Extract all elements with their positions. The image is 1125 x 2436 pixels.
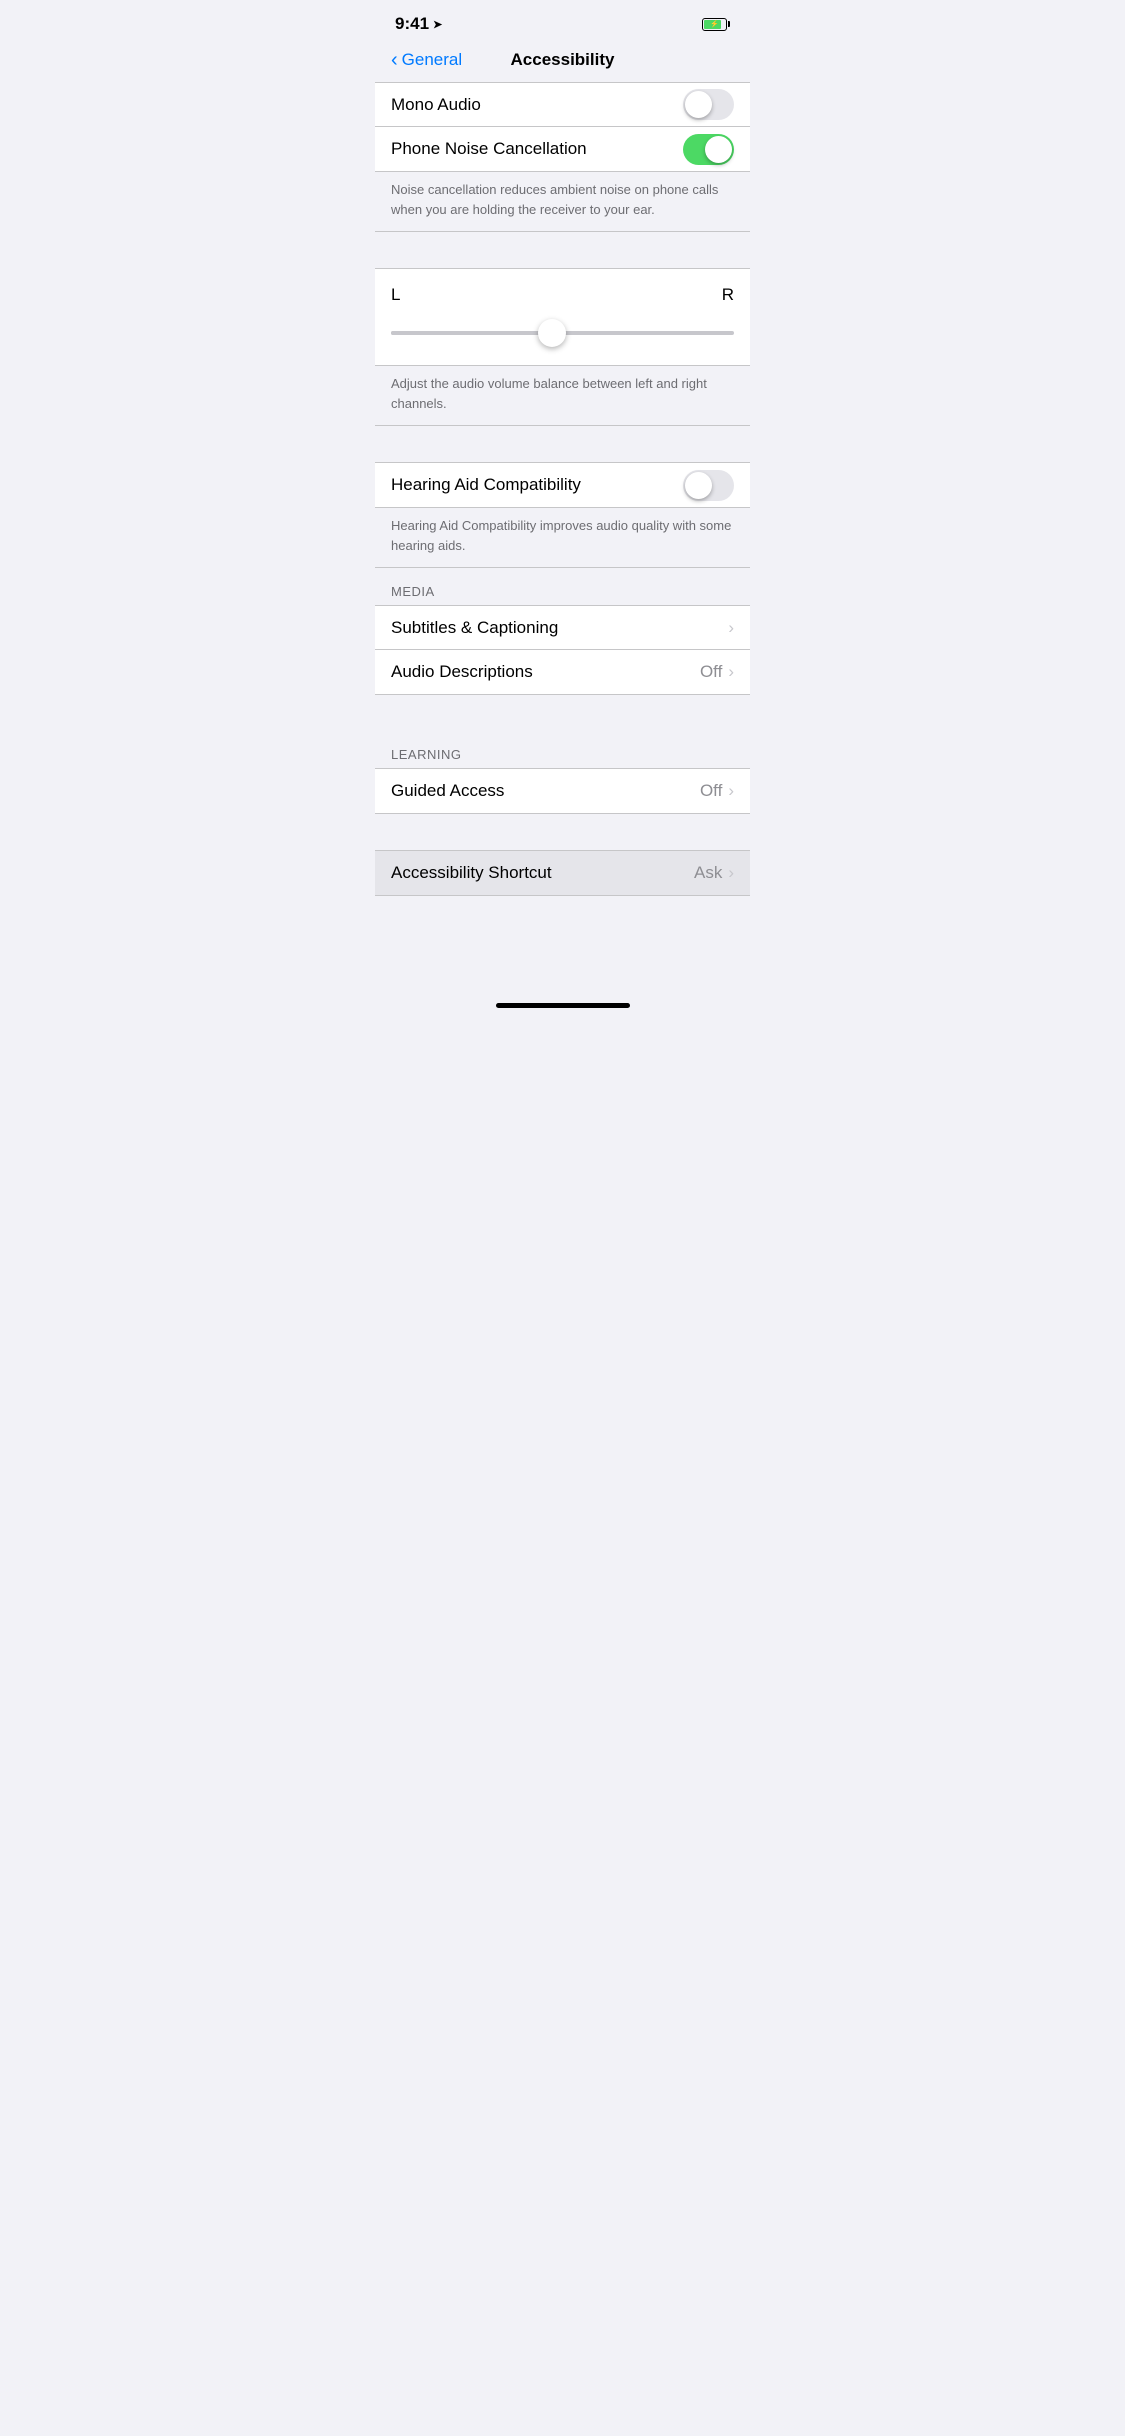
home-indicator-bar xyxy=(496,1003,630,1008)
subtitles-captioning-label: Subtitles & Captioning xyxy=(391,618,728,638)
media-section-header: MEDIA xyxy=(375,568,750,605)
home-indicator-area xyxy=(375,976,750,1016)
status-time: 9:41 ➤ xyxy=(395,14,442,34)
slider-right-label: R xyxy=(722,285,734,305)
audio-balance-slider-section: L R xyxy=(375,268,750,366)
back-chevron-icon: ‹ xyxy=(391,50,398,70)
accessibility-shortcut-chevron-icon: › xyxy=(728,863,734,883)
charging-bolt-icon: ⚡ xyxy=(710,20,719,28)
hearing-aid-description: Hearing Aid Compatibility improves audio… xyxy=(391,518,731,553)
slider-left-label: L xyxy=(391,285,400,305)
slider-description: Adjust the audio volume balance between … xyxy=(391,376,707,411)
audio-balance-slider[interactable] xyxy=(391,317,734,349)
hearing-aid-section: Hearing Aid Compatibility xyxy=(375,462,750,508)
time-display: 9:41 xyxy=(395,14,429,34)
gap-1 xyxy=(375,232,750,268)
guided-access-chevron-icon: › xyxy=(728,781,734,801)
subtitles-captioning-row[interactable]: Subtitles & Captioning › xyxy=(375,606,750,650)
phone-noise-toggle[interactable] xyxy=(683,134,734,165)
slider-fill xyxy=(391,331,556,335)
back-button[interactable]: ‹ General xyxy=(391,50,462,70)
toggle-thumb-noise xyxy=(705,136,732,163)
slider-thumb[interactable] xyxy=(538,319,566,347)
mono-audio-section: Mono Audio Phone Noise Cancellation xyxy=(375,82,750,172)
learning-section-header: LEARNING xyxy=(375,731,750,768)
mono-audio-row[interactable]: Mono Audio xyxy=(375,83,750,127)
hearing-aid-toggle[interactable] xyxy=(683,470,734,501)
status-bar: 9:41 ➤ ⚡ xyxy=(375,0,750,42)
mono-audio-toggle[interactable] xyxy=(683,89,734,120)
accessibility-shortcut-row[interactable]: Accessibility Shortcut Ask › xyxy=(375,851,750,895)
media-section: Subtitles & Captioning › Audio Descripti… xyxy=(375,605,750,695)
hearing-aid-row[interactable]: Hearing Aid Compatibility xyxy=(375,463,750,507)
guided-access-row[interactable]: Guided Access Off › xyxy=(375,769,750,813)
guided-access-label: Guided Access xyxy=(391,781,700,801)
page-title: Accessibility xyxy=(511,50,615,70)
slider-track xyxy=(391,331,734,335)
noise-cancellation-description-row: Noise cancellation reduces ambient noise… xyxy=(375,172,750,232)
audio-descriptions-label: Audio Descriptions xyxy=(391,662,700,682)
battery-cap xyxy=(728,21,730,27)
location-icon: ➤ xyxy=(433,18,442,31)
hearing-aid-label: Hearing Aid Compatibility xyxy=(391,475,683,495)
accessibility-shortcut-label: Accessibility Shortcut xyxy=(391,863,694,883)
phone-noise-label: Phone Noise Cancellation xyxy=(391,139,683,159)
guided-access-value: Off xyxy=(700,781,722,801)
accessibility-shortcut-value: Ask xyxy=(694,863,722,883)
noise-cancellation-description: Noise cancellation reduces ambient noise… xyxy=(391,182,718,217)
toggle-thumb-hearing xyxy=(685,472,712,499)
status-icons: ⚡ xyxy=(702,18,730,31)
mono-audio-label: Mono Audio xyxy=(391,95,683,115)
toggle-thumb xyxy=(685,91,712,118)
accessibility-shortcut-section: Accessibility Shortcut Ask › xyxy=(375,850,750,896)
hearing-aid-description-row: Hearing Aid Compatibility improves audio… xyxy=(375,508,750,568)
slider-description-row: Adjust the audio volume balance between … xyxy=(375,366,750,426)
slider-labels: L R xyxy=(391,285,734,305)
gap-3 xyxy=(375,695,750,731)
footer-space xyxy=(375,896,750,976)
battery-indicator: ⚡ xyxy=(702,18,730,31)
phone-noise-cancellation-row[interactable]: Phone Noise Cancellation xyxy=(375,127,750,171)
learning-section: Guided Access Off › xyxy=(375,768,750,814)
subtitles-chevron-icon: › xyxy=(728,618,734,638)
audio-descriptions-row[interactable]: Audio Descriptions Off › xyxy=(375,650,750,694)
navigation-bar: ‹ General Accessibility xyxy=(375,42,750,82)
gap-2 xyxy=(375,426,750,462)
back-label: General xyxy=(402,50,462,70)
gap-large xyxy=(375,814,750,850)
audio-descriptions-value: Off xyxy=(700,662,722,682)
audio-descriptions-chevron-icon: › xyxy=(728,662,734,682)
